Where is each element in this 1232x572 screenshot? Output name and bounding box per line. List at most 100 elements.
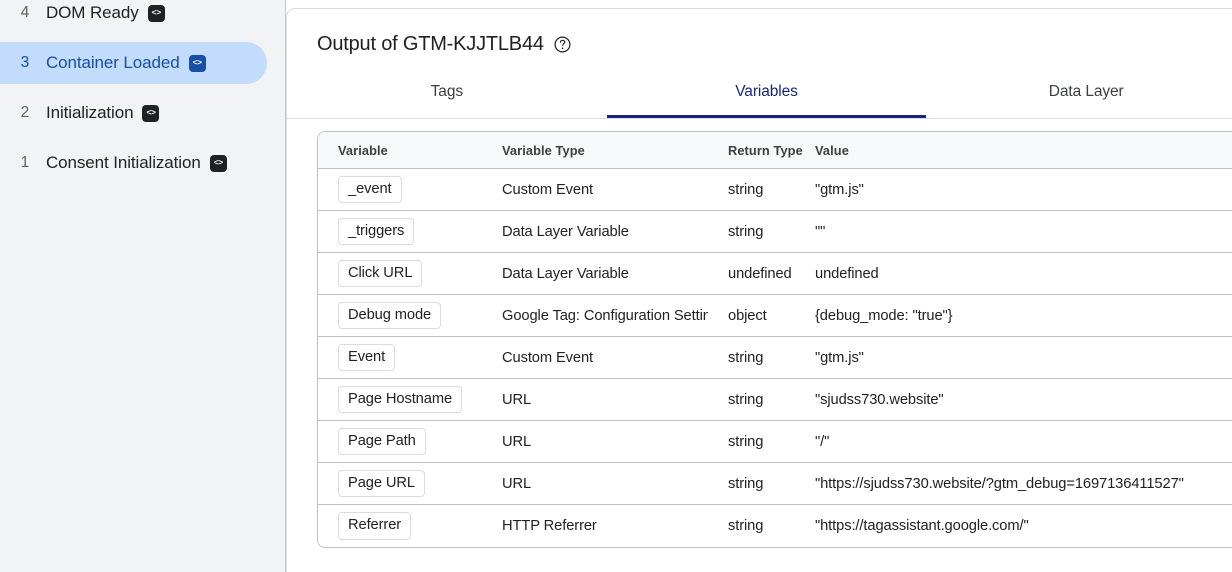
event-index: 2 xyxy=(20,104,30,121)
return-type-text: string xyxy=(728,391,764,408)
table-body: _event Custom Event string "gtm.js" _tri… xyxy=(318,169,1232,547)
tab-data-layer[interactable]: Data Layer xyxy=(926,74,1232,118)
code-badge-icon: <> xyxy=(147,4,165,22)
variable-type-text: Google Tag: Configuration Settings xyxy=(502,307,708,324)
return-type-text: string xyxy=(728,518,764,534)
cell-value: "https://sjudss730.website/?gtm_debug=16… xyxy=(795,463,1232,505)
cell-variable-type: URL xyxy=(482,421,708,463)
cell-variable: Page Hostname xyxy=(318,379,482,421)
cell-return-type: string xyxy=(708,169,795,211)
cell-value: {debug_mode: "true"} xyxy=(795,295,1232,337)
value-text: "https://sjudss730.website/?gtm_debug=16… xyxy=(815,475,1184,492)
tag-assistant-output-page: 4 DOM Ready <> 3 Container Loaded <> 2 I… xyxy=(0,0,1232,572)
value-text: "https://tagassistant.google.com/" xyxy=(815,518,1029,534)
cell-variable-type: Data Layer Variable xyxy=(482,253,708,295)
value-text: "gtm.js" xyxy=(815,181,864,198)
table-row: Page Hostname URL string "sjudss730.webs… xyxy=(318,379,1232,421)
table-row: Event Custom Event string "gtm.js" xyxy=(318,337,1232,379)
return-type-text: string xyxy=(728,223,764,240)
variable-chip[interactable]: Debug mode xyxy=(338,301,442,330)
tab-tags[interactable]: Tags xyxy=(287,74,607,118)
cell-variable: Event xyxy=(318,337,482,379)
cell-return-type: string xyxy=(708,379,795,421)
variable-chip[interactable]: Event xyxy=(338,343,396,372)
event-list-sidebar: 4 DOM Ready <> 3 Container Loaded <> 2 I… xyxy=(0,0,286,572)
cell-variable-type: Custom Event xyxy=(482,337,708,379)
value-text: "sjudss730.website" xyxy=(815,391,944,408)
variable-chip[interactable]: _triggers xyxy=(338,217,415,246)
value-text: undefined xyxy=(815,265,879,282)
variable-type-text: Custom Event xyxy=(502,349,594,366)
column-header-variable[interactable]: Variable xyxy=(318,132,482,169)
variable-chip[interactable]: Page Hostname xyxy=(338,385,463,414)
cell-value: "sjudss730.website" xyxy=(795,379,1232,421)
cell-variable-type: URL xyxy=(482,463,708,505)
cell-value: "" xyxy=(795,211,1232,253)
card-header: Output of GTM-KJJTLB44 xyxy=(287,9,1232,56)
value-text: "gtm.js" xyxy=(815,349,864,366)
sidebar-event-dom-ready[interactable]: 4 DOM Ready <> xyxy=(0,0,267,34)
cell-variable-type: HTTP Referrer xyxy=(482,505,708,547)
event-label: Consent Initialization xyxy=(46,153,201,172)
cell-return-type: string xyxy=(708,463,795,505)
sidebar-event-container-loaded[interactable]: 3 Container Loaded <> xyxy=(0,42,267,84)
return-type-text: string xyxy=(728,433,764,450)
value-text: "" xyxy=(815,223,826,240)
variable-chip[interactable]: Referrer xyxy=(338,512,412,540)
variable-type-text: Data Layer Variable xyxy=(502,265,629,282)
event-index: 4 xyxy=(20,4,30,21)
cell-variable: Page Path xyxy=(318,421,482,463)
variable-type-text: URL xyxy=(502,391,532,408)
variable-chip[interactable]: Click URL xyxy=(338,259,423,288)
cell-value: undefined xyxy=(795,253,1232,295)
cell-variable: _event xyxy=(318,169,482,211)
sidebar-event-consent-initialization[interactable]: 1 Consent Initialization <> xyxy=(0,142,267,184)
event-label: Container Loaded xyxy=(46,53,180,72)
variables-table-container: Variable Variable Type Return Type Value… xyxy=(287,119,1232,548)
code-badge-icon: <> xyxy=(142,104,160,122)
main-content-area: Output of GTM-KJJTLB44 Tags Variables Da… xyxy=(286,0,1232,572)
return-type-text: string xyxy=(728,181,764,198)
variable-type-text: URL xyxy=(502,433,532,450)
event-label: Initialization xyxy=(46,103,134,122)
variables-table: Variable Variable Type Return Type Value… xyxy=(317,131,1232,548)
return-type-text: string xyxy=(728,349,764,366)
cell-return-type: undefined xyxy=(708,253,795,295)
help-circle-icon[interactable] xyxy=(554,36,571,53)
cell-value: "gtm.js" xyxy=(795,337,1232,379)
cell-value: "gtm.js" xyxy=(795,169,1232,211)
cell-variable-type: Custom Event xyxy=(482,169,708,211)
variable-chip[interactable]: Page URL xyxy=(338,469,425,498)
column-header-variable-type[interactable]: Variable Type xyxy=(482,132,708,169)
cell-variable: Page URL xyxy=(318,463,482,505)
table-row: Referrer HTTP Referrer string "https://t… xyxy=(318,505,1232,547)
page-title: Output of GTM-KJJTLB44 xyxy=(317,33,544,55)
tab-variables[interactable]: Variables xyxy=(606,74,927,118)
tab-bar: Tags Variables Data Layer xyxy=(287,74,1232,119)
table-row: Debug mode Google Tag: Configuration Set… xyxy=(318,295,1232,337)
sidebar-event-initialization[interactable]: 2 Initialization <> xyxy=(0,92,267,134)
table-row: Page URL URL string "https://sjudss730.w… xyxy=(318,463,1232,505)
return-type-text: string xyxy=(728,475,764,492)
column-header-return-type[interactable]: Return Type xyxy=(708,132,803,169)
cell-value: "https://tagassistant.google.com/" xyxy=(795,505,1232,547)
event-label: DOM Ready xyxy=(46,3,139,22)
variable-type-text: Custom Event xyxy=(502,181,594,198)
variable-type-text: Data Layer Variable xyxy=(502,223,629,240)
table-head: Variable Variable Type Return Type Value xyxy=(318,132,1232,169)
cell-return-type: string xyxy=(708,337,795,379)
variable-chip[interactable]: _event xyxy=(338,175,402,204)
cell-return-type: object xyxy=(708,295,795,337)
event-index: 1 xyxy=(20,154,30,171)
cell-variable-type: Data Layer Variable xyxy=(482,211,708,253)
output-card: Output of GTM-KJJTLB44 Tags Variables Da… xyxy=(286,8,1232,572)
variable-type-text: URL xyxy=(502,475,532,492)
cell-variable: Referrer xyxy=(318,505,482,547)
value-text: {debug_mode: "true"} xyxy=(815,307,953,324)
column-header-value[interactable]: Value xyxy=(795,132,1232,169)
table-row: _triggers Data Layer Variable string "" xyxy=(318,211,1232,253)
cell-return-type: string xyxy=(708,505,795,547)
cell-variable-type: URL xyxy=(482,379,708,421)
event-index: 3 xyxy=(20,54,30,71)
variable-chip[interactable]: Page Path xyxy=(338,427,426,456)
